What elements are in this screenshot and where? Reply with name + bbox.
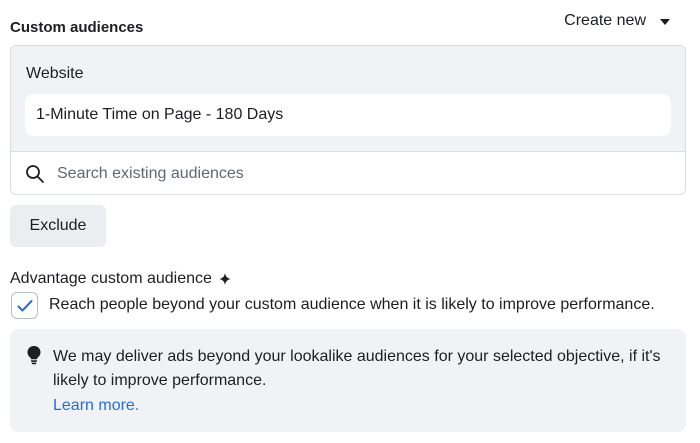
section-title: Custom audiences xyxy=(10,19,144,36)
info-text: We may deliver ads beyond your lookalike… xyxy=(53,348,661,389)
advantage-title-text: Advantage custom audience xyxy=(10,270,212,287)
sparkle-icon xyxy=(218,273,231,285)
caret-down-icon xyxy=(660,19,670,25)
custom-audiences-header: Custom audiences Create new xyxy=(10,0,686,44)
audience-group-label: Website xyxy=(26,65,84,82)
create-new-dropdown[interactable]: Create new xyxy=(564,12,670,30)
selected-audiences-area: Website 1-Minute Time on Page - 180 Days xyxy=(11,46,685,152)
advantage-title: Advantage custom audience xyxy=(10,270,231,288)
learn-more-link[interactable]: Learn more. xyxy=(53,397,139,415)
info-notice: We may deliver ads beyond your lookalike… xyxy=(10,329,686,432)
search-input[interactable] xyxy=(57,159,657,189)
search-row xyxy=(11,153,685,194)
lightbulb-icon xyxy=(27,346,41,365)
exclude-button[interactable]: Exclude xyxy=(10,205,106,247)
create-new-label: Create new xyxy=(564,12,646,29)
reach-beyond-checkbox[interactable] xyxy=(11,292,38,319)
reach-beyond-label: Reach people beyond your custom audience… xyxy=(49,296,655,313)
audience-selector: Website 1-Minute Time on Page - 180 Days xyxy=(10,45,686,195)
search-icon xyxy=(26,165,44,183)
selected-audience-chip[interactable]: 1-Minute Time on Page - 180 Days xyxy=(25,94,671,136)
checkmark-icon xyxy=(17,299,32,311)
